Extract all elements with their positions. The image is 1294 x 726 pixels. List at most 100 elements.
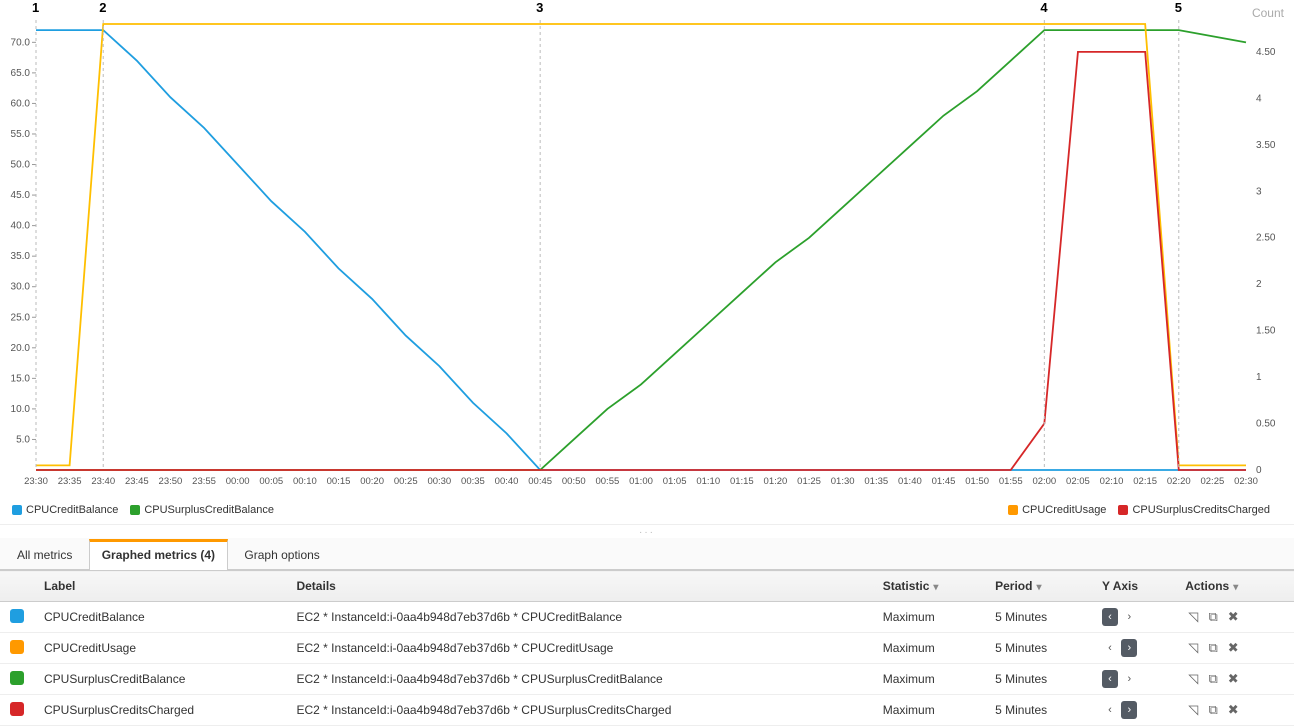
svg-text:50.0: 50.0 xyxy=(11,160,31,171)
svg-text:23:35: 23:35 xyxy=(58,476,82,487)
duplicate-icon[interactable]: ⧉ xyxy=(1205,609,1221,625)
table-row: CPUCreditBalanceEC2 * InstanceId:i-0aa4b… xyxy=(0,602,1294,633)
col-actions: Actions▾ xyxy=(1175,571,1294,602)
svg-text:00:15: 00:15 xyxy=(327,476,351,487)
svg-text:23:45: 23:45 xyxy=(125,476,149,487)
svg-text:02:00: 02:00 xyxy=(1032,476,1056,487)
dropdown-icon[interactable]: ▾ xyxy=(1233,582,1238,593)
svg-text:1: 1 xyxy=(1256,372,1262,383)
dropdown-icon[interactable]: ▾ xyxy=(933,582,938,593)
remove-icon[interactable]: ✖ xyxy=(1225,671,1241,687)
remove-icon[interactable]: ✖ xyxy=(1225,702,1241,718)
svg-text:02:25: 02:25 xyxy=(1200,476,1224,487)
yaxis-left-button[interactable]: ‹ xyxy=(1102,639,1118,657)
svg-text:15.0: 15.0 xyxy=(11,373,31,384)
svg-text:00:20: 00:20 xyxy=(360,476,384,487)
table-row: CPUSurplusCreditsChargedEC2 * InstanceId… xyxy=(0,695,1294,726)
duplicate-icon[interactable]: ⧉ xyxy=(1205,640,1221,656)
legend-label: CPUCreditUsage xyxy=(1022,504,1106,516)
duplicate-icon[interactable]: ⧉ xyxy=(1205,702,1221,718)
yaxis-left-button[interactable]: ‹ xyxy=(1102,701,1118,719)
cell-yaxis: ‹ › xyxy=(1092,695,1175,726)
cell-actions: ◹⧉✖ xyxy=(1175,633,1294,664)
right-axis-label: Count xyxy=(1252,6,1284,20)
yaxis-right-button[interactable]: › xyxy=(1121,608,1137,626)
yaxis-left-button[interactable]: ‹ xyxy=(1102,608,1118,626)
metrics-table: Label Details Statistic▾ Period▾ Y Axis … xyxy=(0,570,1294,726)
svg-text:2: 2 xyxy=(1256,279,1262,290)
svg-text:65.0: 65.0 xyxy=(11,68,31,79)
cell-label: CPUCreditUsage xyxy=(34,633,286,664)
cell-period[interactable]: 5 Minutes xyxy=(985,695,1092,726)
svg-text:23:30: 23:30 xyxy=(24,476,48,487)
cell-statistic[interactable]: Maximum xyxy=(873,633,985,664)
cell-details: EC2 * InstanceId:i-0aa4b948d7eb37d6b * C… xyxy=(286,633,872,664)
svg-text:01:45: 01:45 xyxy=(932,476,956,487)
svg-text:2.50: 2.50 xyxy=(1256,233,1276,244)
legend-swatch xyxy=(12,505,22,515)
yaxis-left-button[interactable]: ‹ xyxy=(1102,670,1118,688)
legend-label: CPUSurplusCreditsCharged xyxy=(1132,504,1270,516)
legend-item[interactable]: CPUSurplusCreditBalance xyxy=(130,504,274,516)
chart-annotation: 2 xyxy=(99,0,106,15)
yaxis-right-button[interactable]: › xyxy=(1121,701,1137,719)
alarm-icon[interactable]: ◹ xyxy=(1185,671,1201,687)
remove-icon[interactable]: ✖ xyxy=(1225,640,1241,656)
series-swatch[interactable] xyxy=(10,640,24,654)
cell-details: EC2 * InstanceId:i-0aa4b948d7eb37d6b * C… xyxy=(286,602,872,633)
tab-all-metrics[interactable]: All metrics xyxy=(4,539,85,570)
tab-graphed-metrics[interactable]: Graphed metrics (4) xyxy=(89,539,228,570)
svg-text:60.0: 60.0 xyxy=(11,98,31,109)
series-swatch[interactable] xyxy=(10,609,24,623)
series-swatch[interactable] xyxy=(10,702,24,716)
svg-text:00:55: 00:55 xyxy=(595,476,619,487)
legend-item[interactable]: CPUCreditUsage xyxy=(1008,504,1106,516)
svg-text:01:05: 01:05 xyxy=(663,476,687,487)
series-swatch[interactable] xyxy=(10,671,24,685)
svg-text:00:50: 00:50 xyxy=(562,476,586,487)
dropdown-icon[interactable]: ▾ xyxy=(1036,582,1041,593)
cell-period[interactable]: 5 Minutes xyxy=(985,633,1092,664)
alarm-icon[interactable]: ◹ xyxy=(1185,702,1201,718)
yaxis-right-button[interactable]: › xyxy=(1121,670,1137,688)
svg-text:23:55: 23:55 xyxy=(192,476,216,487)
svg-text:01:40: 01:40 xyxy=(898,476,922,487)
legend-item[interactable]: CPUCreditBalance xyxy=(12,504,118,516)
svg-text:01:55: 01:55 xyxy=(999,476,1023,487)
cell-statistic[interactable]: Maximum xyxy=(873,695,985,726)
svg-text:02:30: 02:30 xyxy=(1234,476,1258,487)
svg-text:00:05: 00:05 xyxy=(259,476,283,487)
svg-text:40.0: 40.0 xyxy=(11,221,31,232)
resize-handle[interactable]: ··· xyxy=(0,524,1294,538)
cell-label: CPUCreditBalance xyxy=(34,602,286,633)
svg-text:23:50: 23:50 xyxy=(159,476,183,487)
svg-text:70.0: 70.0 xyxy=(11,37,31,48)
svg-text:00:00: 00:00 xyxy=(226,476,250,487)
svg-text:01:20: 01:20 xyxy=(764,476,788,487)
svg-text:3.50: 3.50 xyxy=(1256,140,1276,151)
cell-statistic[interactable]: Maximum xyxy=(873,602,985,633)
alarm-icon[interactable]: ◹ xyxy=(1185,609,1201,625)
svg-text:01:30: 01:30 xyxy=(831,476,855,487)
svg-text:01:10: 01:10 xyxy=(696,476,720,487)
svg-text:0: 0 xyxy=(1256,465,1262,476)
chart-annotation: 4 xyxy=(1040,0,1047,15)
svg-text:55.0: 55.0 xyxy=(11,129,31,140)
duplicate-icon[interactable]: ⧉ xyxy=(1205,671,1221,687)
svg-text:45.0: 45.0 xyxy=(11,190,31,201)
alarm-icon[interactable]: ◹ xyxy=(1185,640,1201,656)
legend-item[interactable]: CPUSurplusCreditsCharged xyxy=(1118,504,1270,516)
svg-text:01:15: 01:15 xyxy=(730,476,754,487)
cell-period[interactable]: 5 Minutes xyxy=(985,602,1092,633)
svg-text:00:40: 00:40 xyxy=(495,476,519,487)
svg-text:1.50: 1.50 xyxy=(1256,326,1276,337)
col-yaxis: Y Axis xyxy=(1092,571,1175,602)
yaxis-right-button[interactable]: › xyxy=(1121,639,1137,657)
svg-text:0.50: 0.50 xyxy=(1256,419,1276,430)
remove-icon[interactable]: ✖ xyxy=(1225,609,1241,625)
legend-right: CPUCreditUsage CPUSurplusCreditsCharged xyxy=(1008,504,1282,516)
svg-text:4.50: 4.50 xyxy=(1256,47,1276,58)
svg-text:10.0: 10.0 xyxy=(11,404,31,415)
tab-graph-options[interactable]: Graph options xyxy=(231,539,332,570)
cell-yaxis: ‹ › xyxy=(1092,602,1175,633)
